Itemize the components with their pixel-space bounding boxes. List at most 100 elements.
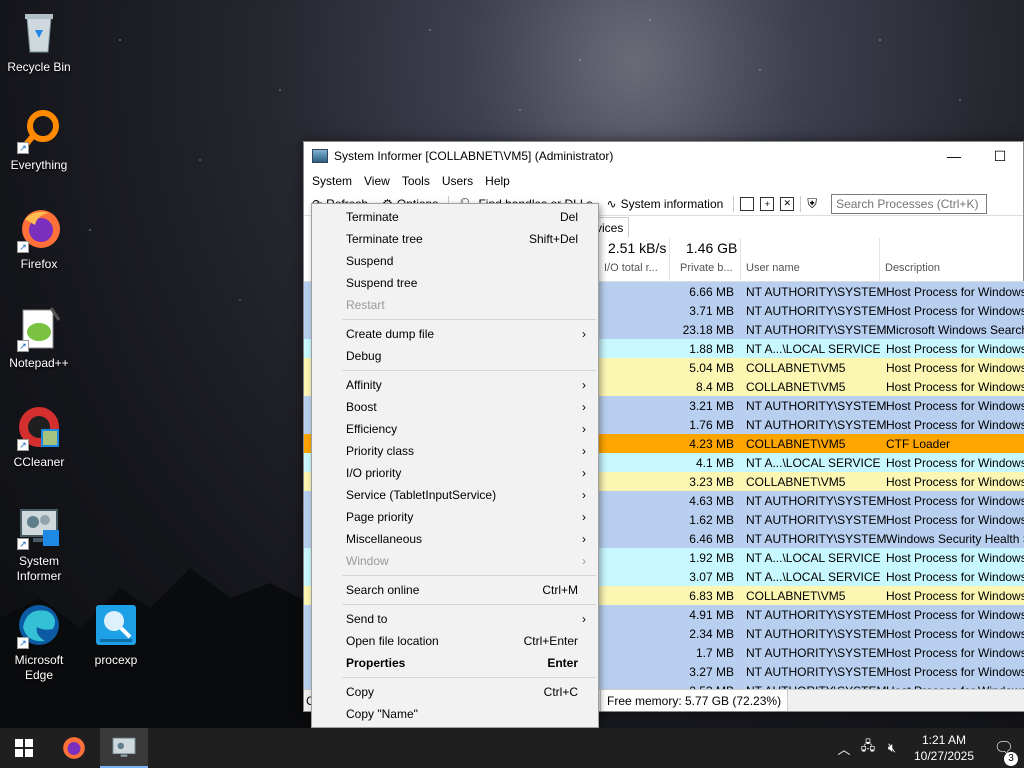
taskbar: ︿ 🖧 🔇︎ 1:21 AM 10/27/2025 🗨︎ 3: [0, 728, 1024, 768]
chevron-right-icon: ›: [582, 327, 586, 341]
menu-system[interactable]: System: [306, 174, 358, 188]
menu-item-open-file-location[interactable]: Open file location Ctrl+Enter: [312, 630, 598, 652]
search-input[interactable]: [831, 193, 988, 214]
title-bar[interactable]: System Informer [COLLABNET\VM5] (Adminis…: [304, 142, 1023, 170]
menu-item-label: Search online: [346, 583, 420, 597]
cell-user-name: NT AUTHORITY\SYSTEM: [746, 417, 887, 432]
menu-tools[interactable]: Tools: [396, 174, 436, 188]
menu-item-label: Copy "Name": [346, 707, 418, 721]
menu-view[interactable]: View: [358, 174, 396, 188]
chevron-right-icon: ›: [582, 400, 586, 414]
cell-description: Host Process for Windows: [886, 588, 1024, 603]
menu-item-page-priority[interactable]: Page priority ›: [312, 506, 598, 528]
menu-item-label: Open file location: [346, 634, 439, 648]
cell-private-bytes: 4.1 MB: [695, 455, 734, 470]
windows-logo-icon: [15, 739, 33, 757]
ccleaner-icon: ↗: [15, 403, 63, 451]
clock[interactable]: 1:21 AM 10/27/2025: [904, 732, 984, 764]
cell-description: CTF Loader: [886, 436, 951, 451]
cell-description: Host Process for Windows: [886, 398, 1024, 413]
volume-muted-icon[interactable]: 🔇︎: [880, 740, 904, 756]
menu-item-miscellaneous[interactable]: Miscellaneous ›: [312, 528, 598, 550]
cell-user-name: NT AUTHORITY\SYSTEM: [746, 607, 887, 622]
chevron-up-icon[interactable]: ︿: [832, 739, 856, 758]
menu-item-shortcut: Del: [559, 210, 578, 224]
notification-center-button[interactable]: 🗨︎ 3: [984, 738, 1024, 766]
chevron-right-icon: ›: [582, 378, 586, 392]
column-private-bytes[interactable]: Private b...: [680, 262, 733, 274]
cell-user-name: NT AUTHORITY\SYSTEM: [746, 398, 887, 413]
close-window-icon[interactable]: ✕: [780, 196, 795, 211]
start-button[interactable]: [0, 728, 48, 768]
cell-description: Host Process for Windows: [886, 455, 1024, 470]
menu-item-suspend[interactable]: Suspend: [312, 250, 598, 272]
menu-item-send-to[interactable]: Send to ›: [312, 608, 598, 630]
menu-users[interactable]: Users: [436, 174, 479, 188]
taskbar-firefox[interactable]: [50, 728, 98, 768]
edge-icon: ↗: [15, 601, 63, 649]
cell-user-name: COLLABNET\VM5: [746, 379, 846, 394]
system-informer-icon: ↗: [15, 502, 63, 550]
chevron-right-icon: ›: [582, 466, 586, 480]
menu-item-i-o-priority[interactable]: I/O priority ›: [312, 462, 598, 484]
cell-description: Host Process for Windows: [886, 645, 1024, 660]
menu-item-boost[interactable]: Boost ›: [312, 396, 598, 418]
cell-description: Host Process for Windows: [886, 664, 1024, 679]
network-icon[interactable]: 🖧: [856, 737, 880, 759]
column-user-name[interactable]: User name: [746, 262, 800, 274]
desktop-icon-everything[interactable]: ↗ Everything: [1, 106, 77, 173]
menu-item-label: Send to: [346, 612, 388, 626]
menu-item-debug[interactable]: Debug: [312, 345, 598, 367]
cell-description: Host Process for Windows: [886, 474, 1024, 489]
cell-user-name: NT A...\LOCAL SERVICE: [746, 550, 881, 565]
menu-item-label: I/O priority: [346, 466, 402, 480]
desktop-icon-firefox[interactable]: ↗ Firefox: [1, 205, 77, 272]
menu-item-terminate-tree[interactable]: Terminate tree Shift+Del: [312, 228, 598, 250]
menu-help[interactable]: Help: [479, 174, 516, 188]
menu-item-suspend-tree[interactable]: Suspend tree: [312, 272, 598, 294]
desktop-icon-procexp[interactable]: procexp: [78, 601, 154, 668]
cell-description: Windows Security Health S: [886, 531, 1024, 546]
cell-private-bytes: 8.4 MB: [695, 379, 734, 394]
cell-description: Host Process for Windows: [886, 493, 1024, 508]
find-window-icon[interactable]: +: [760, 196, 775, 211]
column-description[interactable]: Description: [885, 262, 940, 274]
desktop-icon-ccleaner[interactable]: ↗ CCleaner: [1, 403, 77, 470]
desktop-icon-label: System Informer: [16, 554, 62, 583]
menu-item-properties[interactable]: Properties Enter: [312, 652, 598, 674]
menu-item-label: Affinity: [346, 378, 382, 392]
menu-item-terminate[interactable]: Terminate Del: [312, 206, 598, 228]
minimize-button[interactable]: —: [931, 142, 977, 170]
toolbar-separator: [733, 195, 735, 212]
menu-item-service-tabletinputservice[interactable]: Service (TabletInputService) ›: [312, 484, 598, 506]
menu-item-affinity[interactable]: Affinity ›: [312, 374, 598, 396]
shield-icon[interactable]: ⛨: [807, 196, 817, 212]
maximize-button[interactable]: ☐: [977, 142, 1023, 170]
procexp-icon: [92, 601, 140, 649]
menu-item-label: Efficiency: [346, 422, 398, 436]
menu-item-efficiency[interactable]: Efficiency ›: [312, 418, 598, 440]
desktop-icon-system-informer[interactable]: ↗ System Informer: [1, 502, 77, 584]
menu-item-priority-class[interactable]: Priority class ›: [312, 440, 598, 462]
cell-description: Host Process for Windows: [886, 607, 1024, 622]
taskbar-system-informer[interactable]: [100, 728, 148, 768]
column-io-total[interactable]: I/O total r...: [604, 262, 658, 274]
desktop-icon-notepadpp[interactable]: ↗ Notepad++: [1, 304, 77, 371]
desktop-icon-label: CCleaner: [13, 455, 65, 469]
menu-item-copy-name[interactable]: Copy "Name": [312, 703, 598, 725]
column-separator: [669, 238, 670, 282]
desktop-icon-edge[interactable]: ↗ Microsoft Edge: [1, 601, 77, 683]
menu-divider: [312, 367, 598, 374]
cell-user-name: COLLABNET\VM5: [746, 360, 846, 375]
menu-item-search-online[interactable]: Search online Ctrl+M: [312, 579, 598, 601]
cell-private-bytes: 4.63 MB: [689, 493, 734, 508]
cell-user-name: NT AUTHORITY\SYSTEM: [746, 284, 887, 299]
system-informer-icon: [312, 149, 328, 163]
system-information-button[interactable]: ∿ System information: [603, 197, 728, 211]
menu-item-copy[interactable]: Copy Ctrl+C: [312, 681, 598, 703]
cell-user-name: NT AUTHORITY\SYSTEM: [746, 512, 887, 527]
menu-item-create-dump-file[interactable]: Create dump file ›: [312, 323, 598, 345]
chevron-right-icon: ›: [582, 612, 586, 626]
desktop-icon-recycle-bin[interactable]: Recycle Bin: [1, 8, 77, 75]
window-icon[interactable]: [740, 196, 755, 211]
